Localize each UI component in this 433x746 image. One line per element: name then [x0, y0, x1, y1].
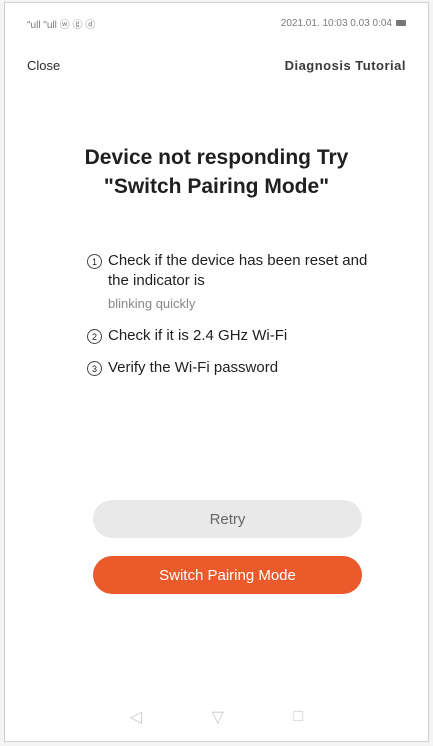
tip-text: Check if the device has been reset and t…	[108, 251, 368, 314]
retry-button[interactable]: Retry	[93, 500, 362, 538]
signal-indicators: "ull "ull ⓦ ⓖ ⓓ	[27, 19, 96, 31]
tips-list: 1 Check if the device has been reset and…	[87, 251, 368, 390]
tip-text: Check if it is 2.4 GHz Wi-Fi	[108, 327, 288, 344]
close-button[interactable]: Close	[27, 58, 60, 73]
tip-item: 2 Check if it is 2.4 GHz Wi-Fi	[87, 326, 368, 346]
tip-text: Verify the Wi-Fi password	[108, 359, 279, 376]
tip-number-icon: 3	[87, 361, 102, 376]
tip-sub-text: blinking quickly	[108, 296, 196, 311]
tip-number-icon: 1	[87, 254, 102, 269]
retry-label: Retry	[209, 510, 246, 528]
system-nav-bar: ◁ ▽ □	[5, 703, 428, 731]
recent-apps-icon[interactable]: □	[294, 708, 304, 726]
battery-icon	[396, 20, 406, 26]
top-nav: Close Diagnosis Tutorial	[5, 51, 428, 79]
status-bar: "ull "ull ⓦ ⓖ ⓓ 2021.01. 10:03 0.03 0:04	[5, 3, 428, 43]
diagnosis-tutorial-link[interactable]: Diagnosis Tutorial	[285, 58, 406, 73]
phone-screen: "ull "ull ⓦ ⓖ ⓓ 2021.01. 10:03 0.03 0:04…	[4, 2, 429, 742]
switch-pairing-mode-label: Switch Pairing Mode	[159, 566, 296, 584]
switch-pairing-mode-button[interactable]: Switch Pairing Mode	[93, 556, 362, 594]
tip-number-icon: 2	[87, 329, 102, 344]
tip-item: 1 Check if the device has been reset and…	[87, 251, 368, 314]
tip-main: Check if the device has been reset and t…	[108, 252, 368, 289]
page-title: Device not responding Try "Switch Pairin…	[84, 146, 349, 198]
status-text: 2021.01. 10:03 0.03 0:04	[280, 17, 392, 29]
back-icon[interactable]: ◁	[130, 707, 142, 727]
tip-item: 3 Verify the Wi-Fi password	[87, 358, 368, 378]
home-icon[interactable]: ▽	[212, 707, 224, 727]
status-right: 2021.01. 10:03 0.03 0:04	[281, 18, 406, 29]
